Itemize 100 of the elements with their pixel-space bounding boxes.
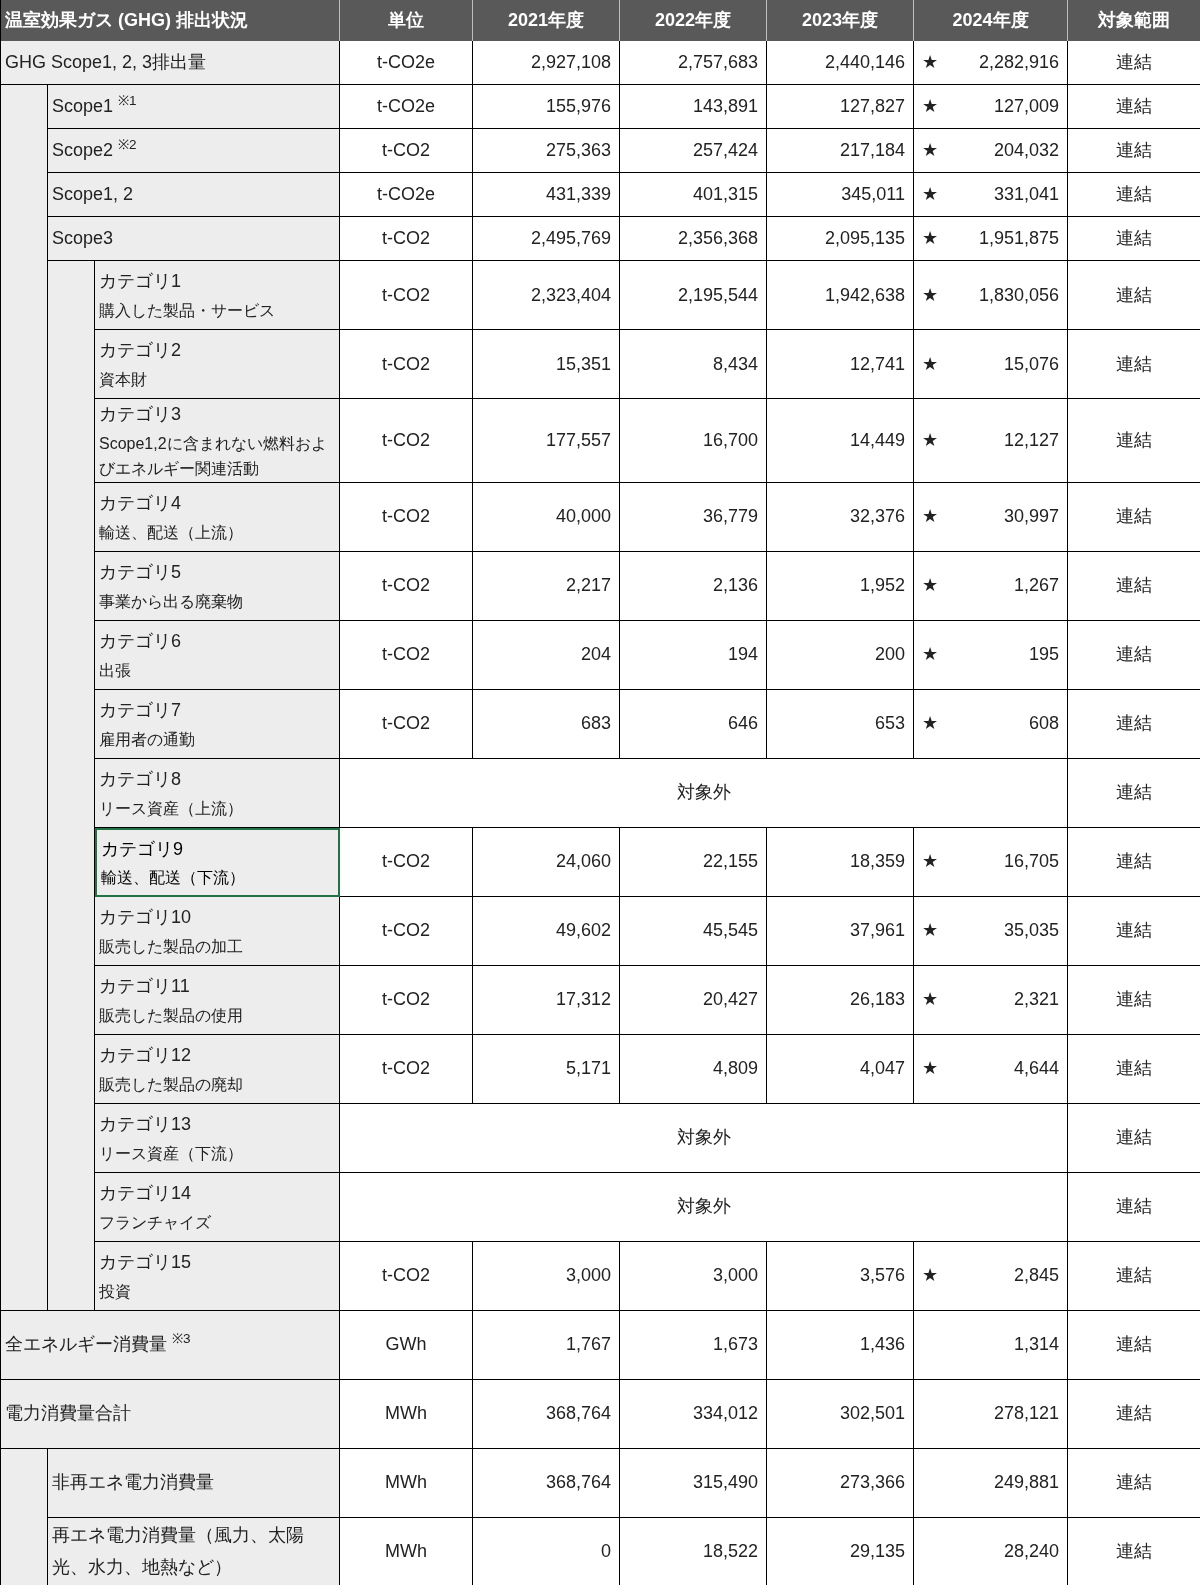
- table-cell: 20,427: [620, 965, 767, 1035]
- row-label-cell[interactable]: カテゴリ5 事業から出る廃棄物: [95, 551, 340, 621]
- table-cell: 22,155: [620, 827, 767, 897]
- table-cell: 155,976: [473, 85, 620, 129]
- row-label-cell[interactable]: 電力消費量合計: [1, 1379, 340, 1449]
- table-cell: 1,314: [914, 1310, 1068, 1380]
- table-cell: 431,339: [473, 173, 620, 217]
- row-label-cell[interactable]: Scope3: [48, 217, 340, 261]
- row-label-cell[interactable]: カテゴリ9 輸送、配送（下流）: [95, 827, 340, 897]
- row-label: 再エネ電力消費量（風力、太陽光、水力、地熱など）: [52, 1524, 305, 1579]
- row-label-cell[interactable]: カテゴリ7 雇用者の通勤: [95, 689, 340, 759]
- row-label: GHG Scope1, 2, 3排出量: [5, 50, 208, 74]
- table-cell: 3,000: [473, 1241, 620, 1311]
- table-cell: 15,351: [473, 330, 620, 399]
- row-label-cell[interactable]: カテゴリ15 投資: [95, 1241, 340, 1311]
- row-label-cell[interactable]: Scope1, 2: [48, 173, 340, 217]
- star-mark: ★: [922, 850, 938, 874]
- row-sublabel: 資本財: [99, 369, 148, 390]
- table-cell: 4,809: [620, 1034, 767, 1104]
- table-cell: 143,891: [620, 85, 767, 129]
- column-header: 2024年度: [914, 0, 1068, 41]
- table-cell: t-CO2: [340, 689, 473, 759]
- row-label: カテゴリ3: [99, 403, 182, 426]
- table-cell-text: 1,830,056: [978, 283, 1059, 307]
- table-cell-text: 127,009: [993, 95, 1059, 118]
- row-label-cell[interactable]: カテゴリ11 販売した製品の使用: [95, 965, 340, 1035]
- row-label-cell[interactable]: 再エネ電力消費量（風力、太陽光、水力、地熱など）: [48, 1517, 340, 1585]
- column-header: 温室効果ガス (GHG) 排出状況: [1, 0, 340, 41]
- row-label-cell[interactable]: Scope1 $^{※1}$: [48, 85, 340, 129]
- table-cell: 12,741: [767, 330, 914, 399]
- table-cell: 18,359: [767, 827, 914, 897]
- table-cell: 127,827: [767, 85, 914, 129]
- table-cell: t-CO2: [340, 129, 473, 173]
- table-cell: 257,424: [620, 129, 767, 173]
- table-cell: 3,576: [767, 1241, 914, 1311]
- row-label-cell[interactable]: カテゴリ4 輸送、配送（上流）: [95, 482, 340, 552]
- column-header: 2022年度: [620, 0, 767, 41]
- row-label: 電力消費量合計: [5, 1401, 132, 1425]
- table-cell: 345,011: [767, 173, 914, 217]
- table-cell: 14,449: [767, 399, 914, 483]
- table-cell: 249,881: [914, 1448, 1068, 1518]
- row-sublabel: 事業から出る廃棄物: [99, 591, 244, 612]
- row-sublabel: 販売した製品の廃却: [99, 1074, 244, 1095]
- table-cell: 2,440,146: [767, 41, 914, 85]
- star-mark: ★: [922, 428, 938, 452]
- row-label: カテゴリ12: [99, 1044, 193, 1068]
- table-cell: 2,927,108: [473, 41, 620, 85]
- table-cell: 646: [620, 689, 767, 759]
- table-cell: 2,757,683: [620, 41, 767, 85]
- row-label: カテゴリ6: [99, 630, 182, 654]
- row-sublabel: 輸送、配送（上流）: [99, 522, 244, 543]
- row-label-cell[interactable]: 非再エネ電力消費量: [48, 1448, 340, 1518]
- row-label-cell[interactable]: カテゴリ6 出張: [95, 620, 340, 690]
- row-label-cell[interactable]: カテゴリ10 販売した製品の加工: [95, 896, 340, 966]
- table-cell-text: 2,321: [1013, 988, 1059, 1012]
- row-label-cell[interactable]: カテゴリ1 購入した製品・サービス: [95, 261, 340, 330]
- column-header: 単位: [340, 0, 473, 41]
- row-label-cell[interactable]: GHG Scope1, 2, 3排出量: [1, 41, 340, 85]
- row-label-cell[interactable]: 全エネルギー消費量 $^{※3}$: [1, 1310, 340, 1380]
- column-header: 2021年度: [473, 0, 620, 41]
- table-cell: 対象外: [340, 1103, 1068, 1173]
- table-cell: 275,363: [473, 129, 620, 173]
- table-cell: t-CO2: [340, 261, 473, 330]
- table-cell: t-CO2: [340, 965, 473, 1035]
- table-cell: 対象外: [340, 758, 1068, 828]
- row-sublabel: 販売した製品の加工: [99, 936, 244, 957]
- table-cell: t-CO2: [340, 827, 473, 897]
- row-label-cell[interactable]: Scope2 $^{※2}$: [48, 129, 340, 173]
- row-label-cell[interactable]: カテゴリ13 リース資産（下流）: [95, 1103, 340, 1173]
- star-mark: ★: [922, 574, 938, 598]
- row-label-cell[interactable]: カテゴリ2 資本財: [95, 330, 340, 399]
- table-cell-text: 2,845: [1013, 1264, 1059, 1288]
- star-mark: ★: [922, 643, 938, 667]
- table-cell-text: 608: [1028, 712, 1059, 736]
- row-label-cell[interactable]: カテゴリ8 リース資産（上流）: [95, 758, 340, 828]
- table-cell: 217,184: [767, 129, 914, 173]
- table-cell: 37,961: [767, 896, 914, 966]
- row-label: カテゴリ15: [99, 1251, 193, 1275]
- row-label: カテゴリ10: [99, 906, 193, 930]
- row-sublabel: 投資: [99, 1281, 132, 1302]
- row-label: Scope3: [52, 226, 115, 250]
- table-cell-text: 15,076: [1003, 352, 1059, 376]
- table-cell-text: 12,127: [1003, 428, 1059, 452]
- table-cell: t-CO2e: [340, 85, 473, 129]
- star-mark: ★: [922, 51, 938, 74]
- star-mark: ★: [922, 1264, 938, 1288]
- row-label-cell[interactable]: カテゴリ14 フランチャイズ: [95, 1172, 340, 1242]
- column-header: 対象範囲: [1068, 0, 1200, 41]
- row-label-cell[interactable]: カテゴリ3 Scope1,2に含まれない燃料およびエネルギー関連活動: [95, 399, 340, 483]
- table-cell: 302,501: [767, 1379, 914, 1449]
- table-cell: 45,545: [620, 896, 767, 966]
- row-label-cell[interactable]: カテゴリ12 販売した製品の廃却: [95, 1034, 340, 1104]
- row-label: カテゴリ2: [99, 339, 182, 363]
- table-cell: 204: [473, 620, 620, 690]
- table-cell: 1,942,638: [767, 261, 914, 330]
- table-cell: 2,136: [620, 551, 767, 621]
- star-mark: ★: [922, 183, 938, 206]
- table-cell: 2,356,368: [620, 217, 767, 261]
- star-mark: ★: [922, 352, 938, 376]
- table-cell: 26,183: [767, 965, 914, 1035]
